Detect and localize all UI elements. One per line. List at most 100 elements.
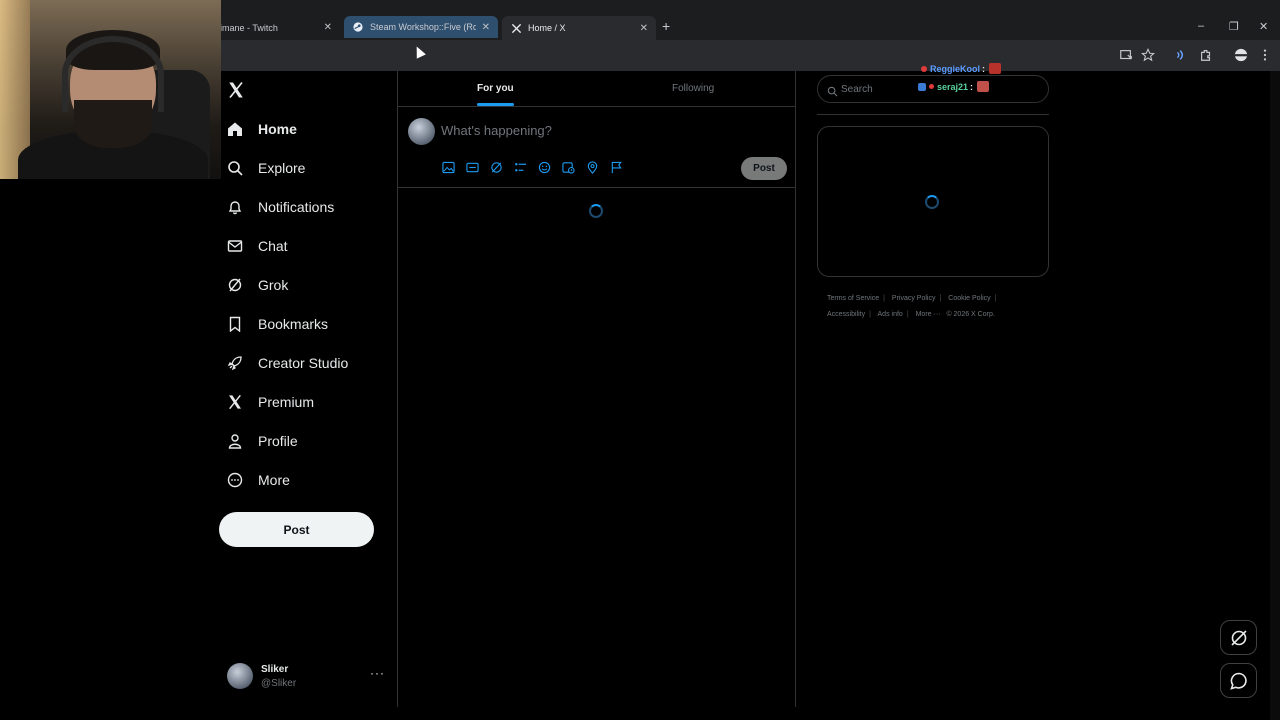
loading-spinner bbox=[589, 204, 603, 218]
tab-title: imane - Twitch bbox=[220, 23, 318, 33]
bookmark-star-icon[interactable] bbox=[1141, 48, 1155, 62]
tab-close-icon[interactable]: ✕ bbox=[640, 23, 648, 34]
browser-menu-icon[interactable] bbox=[1258, 48, 1272, 62]
post-button[interactable]: Post bbox=[219, 512, 374, 547]
avatar bbox=[408, 118, 435, 145]
nav-more[interactable]: More bbox=[227, 468, 290, 492]
chat-message: seraj21 : bbox=[918, 81, 989, 92]
poll-icon[interactable] bbox=[514, 161, 528, 175]
nav-label: Premium bbox=[258, 394, 314, 410]
search-icon bbox=[227, 160, 243, 176]
tab-steam-workshop[interactable]: Steam Workshop::Five (Rough ... ✕ bbox=[344, 16, 498, 38]
flag-icon[interactable] bbox=[610, 161, 624, 175]
minimize-button[interactable]: – bbox=[1198, 20, 1204, 32]
tab-twitch[interactable]: imane - Twitch ✕ bbox=[212, 15, 340, 40]
footer-more-link[interactable]: More ··· bbox=[916, 311, 941, 318]
tab-title: Steam Workshop::Five (Rough ... bbox=[370, 22, 476, 32]
divider bbox=[817, 114, 1049, 115]
search-icon bbox=[827, 84, 838, 95]
main-timeline: For you Following What's happening? Post bbox=[397, 71, 796, 707]
location-icon[interactable] bbox=[586, 161, 600, 175]
x-logo-icon[interactable] bbox=[227, 81, 245, 99]
nav-chat[interactable]: Chat bbox=[227, 234, 288, 258]
loading-spinner bbox=[925, 195, 939, 209]
feed-tabs: For you Following bbox=[398, 71, 796, 107]
nav-explore[interactable]: Explore bbox=[227, 156, 305, 180]
x-logo-icon bbox=[510, 22, 522, 34]
gif-icon[interactable] bbox=[466, 161, 480, 175]
grok-floating-button[interactable] bbox=[1220, 620, 1257, 655]
tab-close-icon[interactable]: ✕ bbox=[482, 22, 490, 33]
footer-copyright: © 2026 X Corp. bbox=[946, 311, 994, 318]
avatar bbox=[227, 663, 253, 689]
chat-badge-icon bbox=[921, 66, 927, 72]
tab-for-you[interactable]: For you bbox=[477, 83, 514, 94]
trends-panel bbox=[817, 126, 1049, 277]
x-sidebar: Home Explore Notifications Chat Grok Boo… bbox=[221, 71, 397, 720]
chat-bubble-icon bbox=[1229, 671, 1249, 691]
chat-message: ReggieKool : bbox=[918, 63, 1001, 74]
profile-avatar-icon[interactable] bbox=[1234, 48, 1248, 62]
x-logo-icon bbox=[227, 394, 243, 410]
nav-label: Creator Studio bbox=[258, 355, 348, 371]
grok-icon[interactable] bbox=[490, 161, 504, 175]
mail-icon bbox=[227, 238, 243, 254]
nav-notifications[interactable]: Notifications bbox=[227, 195, 334, 219]
schedule-icon[interactable] bbox=[562, 161, 576, 175]
nav-bookmarks[interactable]: Bookmarks bbox=[227, 312, 328, 336]
account-more-icon[interactable]: ··· bbox=[370, 666, 385, 680]
chat-username: seraj21 bbox=[937, 82, 968, 92]
tab-close-icon[interactable]: ✕ bbox=[324, 22, 332, 33]
close-window-button[interactable]: ✕ bbox=[1259, 20, 1268, 33]
nav-label: More bbox=[258, 472, 290, 488]
chat-floating-button[interactable] bbox=[1220, 663, 1257, 698]
compose-post-button[interactable]: Post bbox=[741, 157, 787, 180]
home-icon bbox=[227, 121, 243, 137]
emoji-icon[interactable] bbox=[538, 161, 552, 175]
extensions-puzzle-icon[interactable] bbox=[1199, 48, 1213, 62]
new-tab-button[interactable]: + bbox=[662, 18, 670, 34]
bookmark-icon bbox=[227, 316, 243, 332]
nav-label: Explore bbox=[258, 160, 305, 176]
grok-icon bbox=[1229, 628, 1249, 648]
page-scrollbar[interactable] bbox=[1270, 71, 1280, 720]
nav-label: Grok bbox=[258, 277, 288, 293]
chat-badge-icon bbox=[929, 84, 934, 89]
footer-ads-link[interactable]: Ads info bbox=[878, 311, 903, 318]
bell-icon bbox=[227, 199, 243, 215]
more-circle-icon bbox=[227, 472, 243, 488]
nav-label: Chat bbox=[258, 238, 288, 254]
tab-title: Home / X bbox=[528, 23, 634, 33]
tab-following[interactable]: Following bbox=[672, 83, 714, 94]
footer-terms-link[interactable]: Terms of Service bbox=[827, 295, 879, 302]
nav-grok[interactable]: Grok bbox=[227, 273, 288, 297]
install-app-icon[interactable] bbox=[1119, 48, 1133, 62]
rocket-icon bbox=[227, 355, 243, 371]
steam-icon bbox=[352, 21, 364, 33]
nav-label: Home bbox=[258, 121, 297, 137]
tab-x-home[interactable]: Home / X ✕ bbox=[502, 16, 656, 40]
account-switcher[interactable]: Sliker @Sliker ··· bbox=[227, 663, 387, 693]
emote-icon bbox=[989, 63, 1001, 74]
nav-profile[interactable]: Profile bbox=[227, 429, 298, 453]
account-handle: @Sliker bbox=[261, 678, 296, 689]
account-name: Sliker bbox=[261, 664, 288, 675]
emote-icon bbox=[977, 81, 989, 92]
media-icon[interactable] bbox=[442, 161, 456, 175]
search-placeholder: Search bbox=[841, 84, 873, 95]
nav-premium[interactable]: Premium bbox=[227, 390, 314, 414]
nav-creator-studio[interactable]: Creator Studio bbox=[227, 351, 348, 375]
restore-button[interactable]: ❐ bbox=[1229, 20, 1239, 33]
nav-home[interactable]: Home bbox=[227, 117, 297, 141]
footer-links: Terms of Service| Privacy Policy| Cookie… bbox=[827, 291, 1047, 323]
chat-badge-icon bbox=[918, 83, 926, 91]
webcam-overlay bbox=[0, 0, 221, 179]
extension-sound-icon[interactable] bbox=[1174, 48, 1188, 62]
footer-accessibility-link[interactable]: Accessibility bbox=[827, 311, 865, 318]
right-sidebar: Search Terms of Service| Privacy Policy|… bbox=[796, 71, 1066, 711]
active-tab-indicator bbox=[477, 103, 514, 106]
footer-privacy-link[interactable]: Privacy Policy bbox=[892, 295, 936, 302]
footer-cookie-link[interactable]: Cookie Policy bbox=[948, 295, 990, 302]
nav-label: Bookmarks bbox=[258, 316, 328, 332]
compose-input[interactable]: What's happening? bbox=[441, 123, 552, 138]
